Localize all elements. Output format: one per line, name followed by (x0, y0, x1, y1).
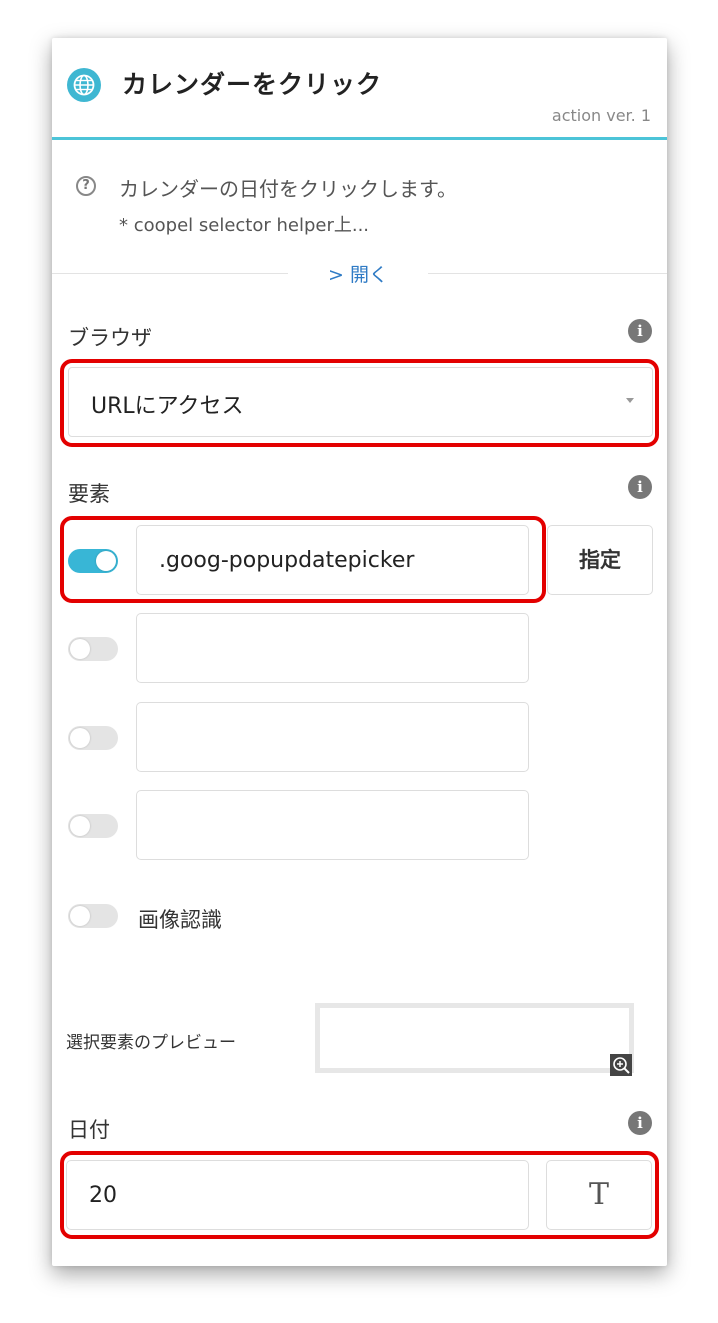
element-selector-input-2[interactable] (136, 613, 529, 683)
browser-select[interactable]: URLにアクセス (68, 367, 653, 437)
specify-button[interactable]: 指定 (547, 525, 653, 595)
panel-header: カレンダーをクリック action ver. 1 (52, 38, 667, 140)
toggle-knob (70, 906, 90, 926)
element-toggle-3[interactable] (68, 726, 118, 750)
preview-box (315, 1003, 634, 1073)
preview-label: 選択要素のプレビュー (66, 1033, 236, 1053)
globe-icon (67, 68, 101, 102)
panel-title: カレンダーをクリック (122, 70, 383, 99)
element-toggle-2[interactable] (68, 637, 118, 661)
elements-label: 要素 (68, 482, 110, 506)
element-selector-input-1[interactable]: .goog-popupdatepicker (136, 525, 529, 595)
browser-label: ブラウザ (68, 326, 152, 350)
element-selector-input-4[interactable] (136, 790, 529, 860)
description-text: カレンダーの日付をクリックします。 (119, 177, 457, 201)
version-label: action ver. 1 (551, 106, 651, 125)
help-circle-icon: ? (76, 176, 96, 196)
toggle-knob (96, 551, 116, 571)
image-recognition-toggle[interactable] (68, 904, 118, 928)
element-toggle-4[interactable] (68, 814, 118, 838)
element-selector-value: .goog-popupdatepicker (159, 548, 415, 573)
action-panel: カレンダーをクリック action ver. 1 ? カレンダーの日付をクリック… (52, 38, 667, 1266)
toggle-knob (70, 639, 90, 659)
toggle-knob (70, 728, 90, 748)
info-icon[interactable]: i (628, 475, 652, 499)
text-type-button[interactable]: T (546, 1160, 652, 1230)
chevron-down-icon (626, 398, 634, 403)
image-recognition-label: 画像認識 (138, 908, 222, 932)
info-icon[interactable]: i (628, 1111, 652, 1135)
expand-button[interactable]: > 開く (288, 260, 428, 288)
element-selector-input-3[interactable] (136, 702, 529, 772)
description-subtext: * coopel selector helper上... (119, 215, 370, 236)
element-toggle-1[interactable] (68, 549, 118, 573)
date-input-value: 20 (89, 1183, 117, 1208)
date-label: 日付 (68, 1118, 110, 1142)
date-input[interactable]: 20 (66, 1160, 529, 1230)
info-icon[interactable]: i (628, 319, 652, 343)
zoom-in-icon[interactable] (610, 1054, 632, 1076)
toggle-knob (70, 816, 90, 836)
browser-select-value: URLにアクセス (91, 394, 244, 419)
